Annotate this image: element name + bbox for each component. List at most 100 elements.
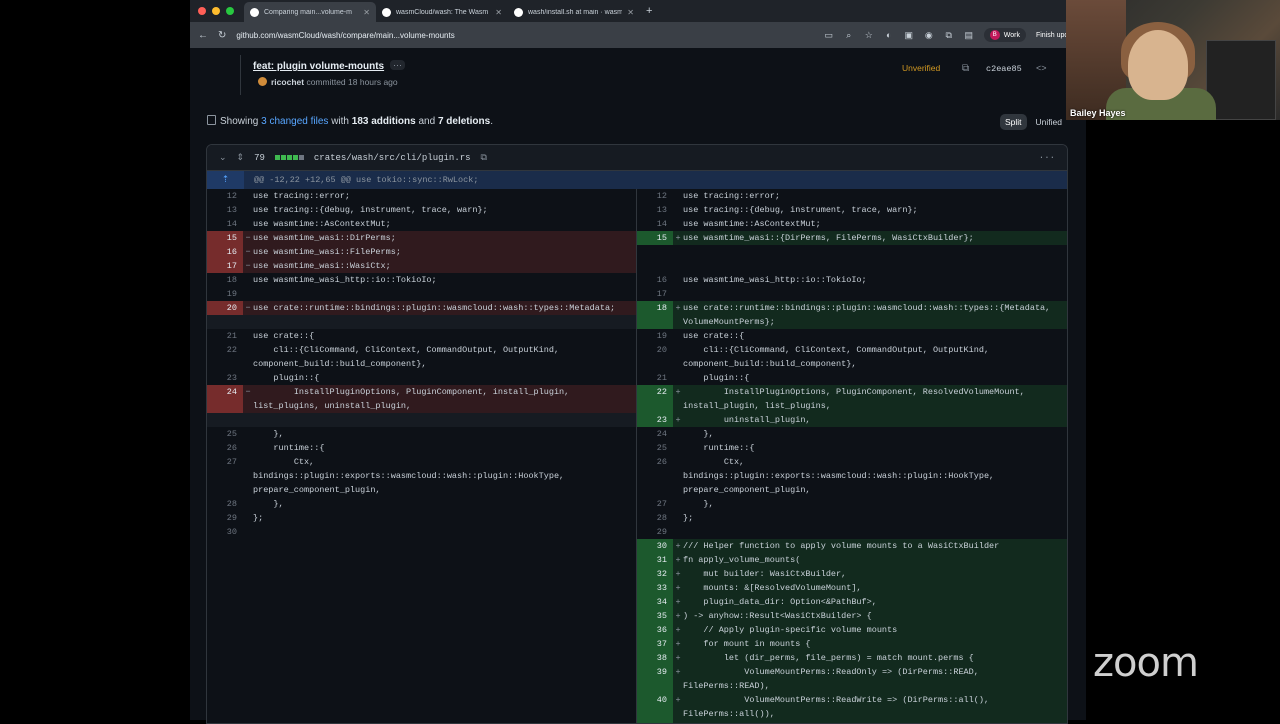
diff-line — [207, 315, 636, 329]
maximize-window-button[interactable] — [226, 7, 234, 15]
back-icon[interactable]: ← — [198, 30, 208, 41]
url-field[interactable]: github.com/wasmCloud/wash/compare/main..… — [236, 31, 813, 40]
line-number[interactable]: 28 — [207, 497, 243, 511]
line-number[interactable]: 27 — [207, 455, 243, 497]
bookmark-star-icon[interactable]: ☆ — [864, 30, 874, 40]
diff-line: 28}; — [637, 511, 1067, 525]
line-number[interactable]: 26 — [207, 441, 243, 455]
line-number[interactable]: 29 — [207, 511, 243, 525]
line-number[interactable]: 24 — [207, 385, 243, 413]
line-number[interactable]: 16 — [207, 245, 243, 259]
line-number[interactable]: 28 — [637, 511, 673, 525]
tab-install-sh[interactable]: wash/install.sh at main · wasm ✕ — [508, 2, 640, 22]
line-number[interactable]: 22 — [637, 385, 673, 413]
close-tab-icon[interactable]: ✕ — [495, 8, 502, 17]
cast-icon[interactable]: ▭ — [824, 30, 834, 40]
extension-icon-3[interactable]: ◉ — [924, 30, 934, 40]
close-tab-icon[interactable]: ✕ — [363, 8, 370, 17]
line-number[interactable]: 29 — [637, 525, 673, 539]
line-number[interactable]: 14 — [207, 217, 243, 231]
line-number[interactable]: 30 — [207, 525, 243, 539]
participant-name: Bailey Hayes — [1070, 108, 1126, 118]
line-number[interactable]: 19 — [637, 329, 673, 343]
line-number[interactable]: 24 — [637, 427, 673, 441]
line-number[interactable]: 16 — [637, 273, 673, 287]
commit-author[interactable]: ricochet — [271, 77, 304, 87]
changed-files-link[interactable]: 3 changed files — [261, 116, 328, 127]
minimize-window-button[interactable] — [212, 7, 220, 15]
diff-line: 36 + // Apply plugin-specific volume moun… — [637, 623, 1067, 637]
tab-compare[interactable]: Comparing main...volume-m ✕ — [244, 2, 376, 22]
line-number[interactable]: 17 — [207, 259, 243, 273]
line-number[interactable]: 35 — [637, 609, 673, 623]
line-number[interactable]: 15 — [637, 231, 673, 245]
collapse-chevron-icon[interactable]: ⌄ — [219, 152, 227, 163]
line-number[interactable]: 36 — [637, 623, 673, 637]
line-number[interactable]: 15 — [207, 231, 243, 245]
line-number[interactable]: 38 — [637, 651, 673, 665]
line-number[interactable]: 18 — [207, 273, 243, 287]
line-number[interactable]: 32 — [637, 567, 673, 581]
line-number[interactable]: 18 — [637, 301, 673, 329]
copy-path-icon[interactable]: ⧉ — [481, 153, 487, 163]
line-number[interactable]: 13 — [637, 203, 673, 217]
zoom-icon[interactable]: ⌕ — [844, 30, 854, 40]
line-number[interactable]: 22 — [207, 343, 243, 371]
close-window-button[interactable] — [198, 7, 206, 15]
extension-icon[interactable]: ◐ — [884, 30, 894, 40]
line-number[interactable]: 37 — [637, 637, 673, 651]
line-number[interactable]: 17 — [637, 287, 673, 301]
line-number[interactable]: 23 — [207, 371, 243, 385]
browse-code-icon[interactable]: <> — [1036, 63, 1047, 73]
new-tab-icon[interactable]: + — [646, 5, 652, 17]
extension-icon-2[interactable]: ▣ — [904, 30, 914, 40]
reload-icon[interactable]: ↻ — [218, 30, 226, 41]
line-number[interactable]: 25 — [637, 441, 673, 455]
sidebar-icon[interactable]: ▤ — [964, 30, 974, 40]
unified-view-button[interactable]: Unified — [1031, 114, 1067, 130]
line-number[interactable]: 12 — [207, 189, 243, 203]
line-number[interactable] — [637, 259, 673, 273]
line-number[interactable]: 27 — [637, 497, 673, 511]
line-number[interactable]: 23 — [637, 413, 673, 427]
line-number[interactable]: 25 — [207, 427, 243, 441]
video-tile: Bailey Hayes — [1066, 0, 1280, 120]
line-number[interactable]: 34 — [637, 595, 673, 609]
line-number[interactable]: 30 — [637, 539, 673, 553]
expand-commit-button[interactable]: ··· — [390, 60, 405, 70]
line-number[interactable]: 21 — [637, 371, 673, 385]
diff-line: 26 runtime::{ — [207, 441, 636, 455]
line-number[interactable]: 20 — [207, 301, 243, 315]
line-number[interactable]: 21 — [207, 329, 243, 343]
line-number[interactable]: 33 — [637, 581, 673, 595]
diff-line: 29}; — [207, 511, 636, 525]
diff-line: 23 + uninstall_plugin, — [637, 413, 1067, 427]
tab-wash-repo[interactable]: wasmCloud/wash: The Wasm ✕ — [376, 2, 508, 22]
expand-all-icon[interactable]: ⇕ — [237, 153, 245, 163]
copy-icon[interactable]: ⧉ — [962, 63, 969, 74]
puzzle-icon[interactable]: ⧉ — [944, 30, 954, 40]
change-marker: + — [675, 415, 681, 425]
profile-button[interactable]: B Work — [983, 28, 1026, 42]
more-options-icon[interactable]: ··· — [1039, 153, 1055, 163]
file-path[interactable]: crates/wash/src/cli/plugin.rs — [314, 153, 471, 163]
line-number[interactable]: 39 — [637, 665, 673, 693]
line-number[interactable]: 12 — [637, 189, 673, 203]
line-number[interactable]: 31 — [637, 553, 673, 567]
timeline-line — [240, 55, 241, 95]
line-number[interactable]: 40 — [637, 693, 673, 721]
line-number[interactable]: 20 — [637, 343, 673, 371]
verification-badge[interactable]: Unverified — [902, 63, 940, 73]
line-number[interactable] — [637, 245, 673, 259]
line-number[interactable]: 13 — [207, 203, 243, 217]
line-number[interactable]: 26 — [637, 455, 673, 497]
commit-sha[interactable]: c2eae85 — [986, 64, 1022, 74]
line-number[interactable] — [207, 413, 243, 427]
commit-title[interactable]: feat: plugin volume-mounts — [253, 61, 384, 72]
close-tab-icon[interactable]: ✕ — [627, 8, 634, 17]
split-view-button[interactable]: Split — [1000, 114, 1027, 130]
line-number[interactable]: 19 — [207, 287, 243, 301]
line-number[interactable]: 14 — [637, 217, 673, 231]
line-number[interactable] — [207, 315, 243, 329]
expand-up-icon[interactable]: ⇡ — [207, 171, 244, 189]
